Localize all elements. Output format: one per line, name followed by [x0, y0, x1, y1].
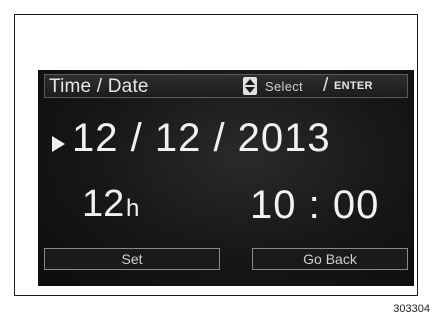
hour-mode-unit: h	[126, 195, 140, 222]
selection-arrow-icon	[52, 136, 65, 152]
screen-title: Time / Date	[49, 76, 149, 97]
time-value[interactable]: 10 : 00	[250, 183, 379, 228]
up-down-arrows-icon	[243, 77, 257, 95]
select-hint: Select	[265, 79, 303, 94]
figure-number: 303304	[393, 303, 430, 315]
go-back-button[interactable]: Go Back	[252, 248, 408, 270]
hour-mode-value[interactable]: 12	[82, 183, 124, 226]
display-screen: Time / Date Select / ENTER 12 / 12 / 201…	[38, 70, 414, 286]
date-value[interactable]: 12 / 12 / 2013	[72, 116, 331, 161]
enter-hint: ENTER	[334, 80, 373, 92]
hint-separator: /	[323, 75, 329, 96]
set-button[interactable]: Set	[44, 248, 220, 270]
title-bar: Time / Date Select / ENTER	[44, 74, 408, 98]
